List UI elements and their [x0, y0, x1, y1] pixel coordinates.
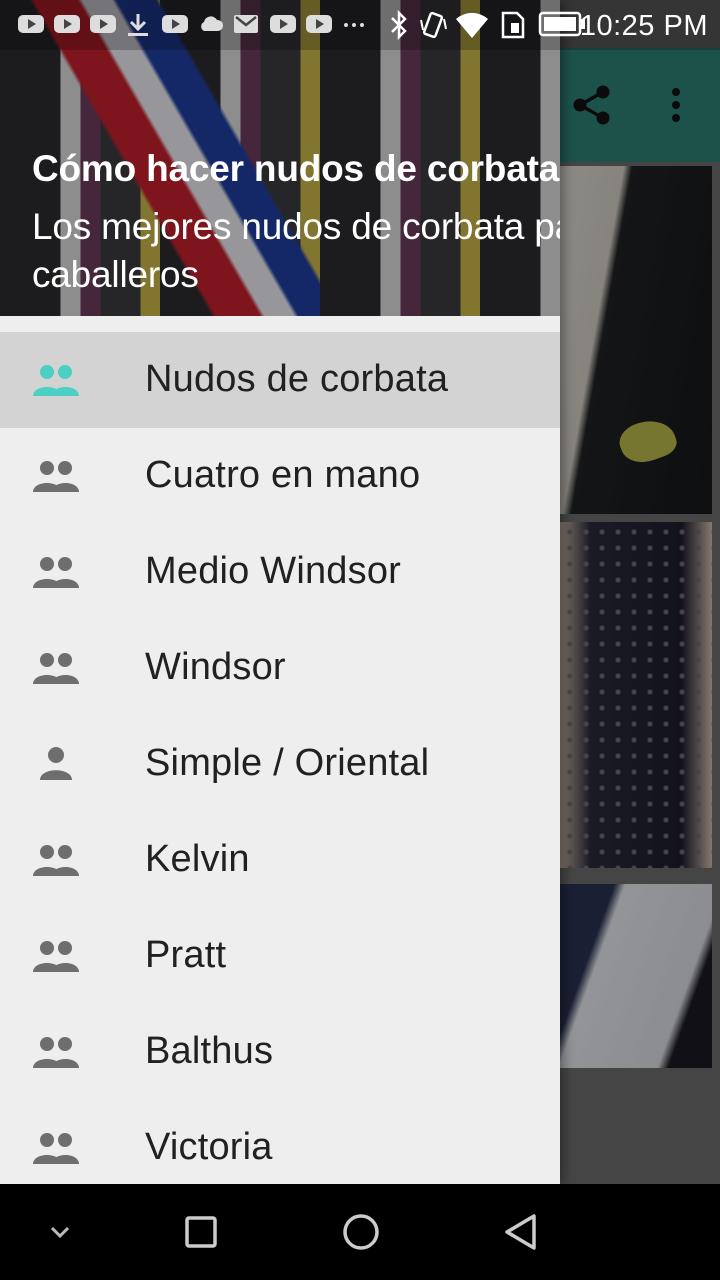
drawer-item[interactable]: Balthus: [0, 1004, 560, 1100]
youtube-icon: [90, 15, 116, 33]
drawer-item-label: Kelvin: [145, 838, 250, 880]
drawer-item[interactable]: Kelvin: [0, 812, 560, 908]
group-icon: [32, 458, 80, 494]
group-icon: [32, 554, 80, 590]
drawer-item[interactable]: Windsor: [0, 620, 560, 716]
status-time: 10:25 PM: [579, 10, 708, 42]
drawer-item[interactable]: Simple / Oriental: [0, 716, 560, 812]
drawer-item[interactable]: Nudos de corbata: [0, 332, 560, 428]
cloud-icon: [201, 16, 224, 31]
drawer-item[interactable]: Victoria: [0, 1100, 560, 1184]
drawer-item[interactable]: Medio Windsor: [0, 524, 560, 620]
more-notifications-icon: [344, 23, 364, 27]
drawer-title: Cómo hacer nudos de corbata: [32, 148, 560, 189]
wifi-icon: [456, 12, 488, 38]
sim-icon: [501, 11, 525, 39]
drawer-item-label: Nudos de corbata: [145, 358, 449, 400]
drawer-item-label: Balthus: [145, 1030, 274, 1072]
group-icon: [32, 1130, 80, 1166]
youtube-icon: [162, 15, 188, 33]
drawer-item[interactable]: Cuatro en mano: [0, 428, 560, 524]
youtube-icon: [306, 15, 332, 33]
drawer-menu: Nudos de corbata Cuatro en mano Medio Wi…: [0, 332, 560, 1184]
drawer-item-label: Simple / Oriental: [145, 742, 430, 784]
youtube-icon: [54, 15, 80, 33]
system-nav-bar: [0, 1184, 720, 1280]
group-icon: [32, 362, 80, 398]
drawer-item-label: Cuatro en mano: [145, 454, 421, 496]
back-icon[interactable]: [471, 1184, 571, 1280]
youtube-icon: [270, 15, 296, 33]
group-icon: [32, 1034, 80, 1070]
recents-icon[interactable]: [151, 1184, 251, 1280]
download-icon: [128, 14, 148, 36]
hide-nav-icon[interactable]: [10, 1184, 110, 1280]
status-bar: 10:25 PM: [0, 0, 720, 50]
group-icon: [32, 938, 80, 974]
battery-icon: [538, 11, 585, 37]
bluetooth-icon: [391, 10, 407, 40]
navigation-drawer: Cómo hacer nudos de corbata Los mejores …: [0, 0, 560, 1184]
drawer-item-label: Windsor: [145, 646, 286, 688]
group-icon: [32, 842, 80, 878]
drawer-item-label: Medio Windsor: [145, 550, 402, 592]
drawer-item-label: Victoria: [145, 1126, 273, 1168]
home-icon[interactable]: [311, 1184, 411, 1280]
drawer-item[interactable]: Pratt: [0, 908, 560, 1004]
person-icon: [32, 746, 80, 782]
youtube-icon: [18, 15, 44, 33]
gmail-icon: [234, 15, 258, 33]
drawer-subtitle: Los mejores nudos de corbata para caball…: [32, 206, 560, 295]
drawer-item-label: Pratt: [145, 934, 227, 976]
vibrate-icon: [420, 11, 447, 39]
group-icon: [32, 650, 80, 686]
